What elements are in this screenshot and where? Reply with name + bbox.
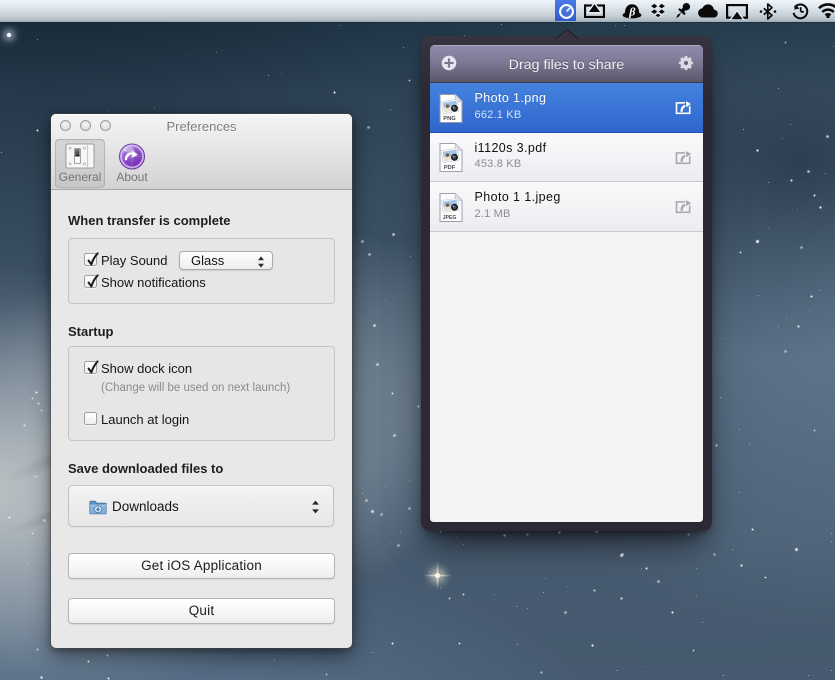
svg-text:β: β xyxy=(628,5,636,19)
svg-text:PNG: PNG xyxy=(443,116,456,122)
svg-text:JPEG: JPEG xyxy=(443,215,457,221)
svg-text:PDF: PDF xyxy=(444,165,456,171)
